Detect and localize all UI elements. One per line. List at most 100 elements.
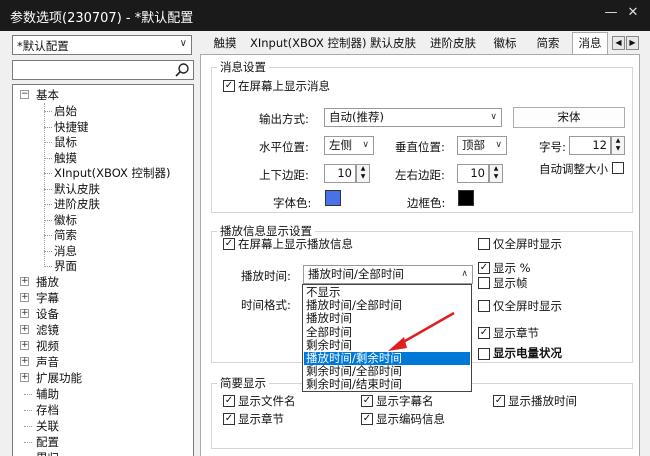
search-icon[interactable] <box>174 62 190 78</box>
tree-node-root-11[interactable]: 累归 <box>36 450 59 456</box>
tree-node-9[interactable]: 消息 <box>54 243 77 259</box>
tree-node-1[interactable]: 快捷键 <box>54 119 89 135</box>
tree-node-10[interactable]: 界面 <box>54 258 77 274</box>
tree-node-root-4[interactable]: 视频 <box>36 338 59 354</box>
tb-margin-label: 上下边距: <box>259 168 309 182</box>
lr-margin-input[interactable]: 10 <box>457 164 489 183</box>
tree-connector <box>44 111 52 112</box>
expand-icon[interactable]: + <box>20 277 29 286</box>
vpos-label: 垂直位置: <box>395 140 445 154</box>
tree-node-5[interactable]: 默认皮肤 <box>54 181 100 197</box>
tab-scroll-left-icon[interactable]: ◀ <box>612 36 625 50</box>
tree-node-7[interactable]: 徽标 <box>54 212 77 228</box>
tree-connector <box>44 219 52 221</box>
hpos-select[interactable]: 左侧 ∨ <box>324 136 374 155</box>
tree-connector <box>44 173 52 174</box>
tree-node-root-9[interactable]: 关联 <box>36 418 59 434</box>
tree-node-3[interactable]: 触摸 <box>54 150 77 166</box>
brief-codec-checkbox[interactable]: ✓ <box>361 413 373 425</box>
tb-margin-input[interactable]: 10 <box>324 164 356 183</box>
show-percent-checkbox[interactable]: ✓ <box>478 262 490 274</box>
collapse-icon[interactable]: − <box>20 90 29 99</box>
tree-node-root-1[interactable]: 字幕 <box>36 290 59 306</box>
expand-icon[interactable]: + <box>20 325 29 334</box>
border-color-swatch[interactable] <box>458 190 474 206</box>
font-button[interactable]: 宋体 <box>513 107 625 128</box>
tree-node-0[interactable]: 启始 <box>54 103 77 119</box>
tab-6[interactable]: 消息 <box>572 32 608 54</box>
play-time-label: 播放时间: <box>241 269 291 283</box>
tree-node-root-7[interactable]: 辅助 <box>36 386 59 402</box>
tab-0[interactable]: 触摸 <box>208 33 242 53</box>
tab-1[interactable]: XInput(XBOX 控制器) <box>250 33 367 53</box>
show-play-info-checkbox[interactable]: ✓ <box>223 238 235 250</box>
dropdown-option[interactable]: 剩余时间/全部时间 <box>304 365 470 378</box>
brief-filename-checkbox[interactable]: ✓ <box>223 395 235 407</box>
tab-3[interactable]: 进阶皮肤 <box>426 33 480 53</box>
tree-node-root-6[interactable]: 扩展功能 <box>36 370 82 386</box>
window-title: 参数选项(230707) - *默认配置 <box>10 11 194 26</box>
close-icon[interactable]: ✕ <box>626 6 640 20</box>
tree-node-2[interactable]: 鼠标 <box>54 134 77 150</box>
fullscreen-only-label: 仅全屏时显示 <box>493 237 562 251</box>
tree-node-8[interactable]: 简索 <box>54 227 77 243</box>
tree-connector <box>44 266 52 267</box>
tree-connector <box>44 103 45 267</box>
show-chapter-label: 显示章节 <box>493 326 539 340</box>
tree-node-root-10[interactable]: 配置 <box>36 434 59 450</box>
fullscreen-only2-checkbox[interactable] <box>478 300 490 312</box>
expand-icon[interactable]: + <box>20 293 29 302</box>
search-input[interactable] <box>12 60 194 80</box>
play-time-select[interactable]: 播放时间/全部时间 ∧ <box>303 265 473 284</box>
dropdown-option[interactable]: 剩余时间/结束时间 <box>304 378 470 391</box>
fullscreen-only-checkbox[interactable] <box>478 238 490 250</box>
tree-node-root-5[interactable]: 声音 <box>36 354 59 370</box>
brief-item-label: 显示播放时间 <box>508 394 577 408</box>
auto-size-checkbox[interactable] <box>612 162 624 174</box>
chevron-down-icon: ∨ <box>362 140 369 150</box>
output-label: 输出方式: <box>259 112 309 126</box>
show-chapter-checkbox[interactable]: ✓ <box>478 327 490 339</box>
tree-node-6[interactable]: 进阶皮肤 <box>54 196 100 212</box>
tree-node-basic[interactable]: 基本 <box>36 87 59 103</box>
lr-margin-spinner[interactable]: ▲ ▼ <box>489 164 503 183</box>
brief-subtitle-checkbox[interactable]: ✓ <box>361 395 373 407</box>
lr-margin-label: 左右边距: <box>395 168 445 182</box>
vpos-value: 顶部 <box>462 138 485 152</box>
tab-5[interactable]: 简索 <box>530 33 566 53</box>
tree-node-4[interactable]: XInput(XBOX 控制器) <box>54 165 171 181</box>
tb-margin-spinner[interactable]: ▲ ▼ <box>356 164 370 183</box>
preset-value: *默认配置 <box>17 39 69 53</box>
brief-playtime-checkbox[interactable]: ✓ <box>493 395 505 407</box>
output-select[interactable]: 自动(推荐) ∨ <box>324 108 502 127</box>
size-input[interactable]: 12 <box>569 136 611 155</box>
show-frame-label: 显示帧 <box>493 276 528 290</box>
size-spinner[interactable]: ▲ ▼ <box>611 136 625 155</box>
dropdown-option[interactable]: 不显示 <box>304 286 470 299</box>
font-color-swatch[interactable] <box>325 190 341 206</box>
expand-icon[interactable]: + <box>20 309 29 318</box>
chevron-down-icon: ∨ <box>495 140 502 150</box>
show-frame-checkbox[interactable] <box>478 277 490 289</box>
show-battery-checkbox[interactable] <box>478 348 490 360</box>
expand-icon[interactable]: + <box>20 357 29 366</box>
tab-scroll-right-icon[interactable]: ▶ <box>626 36 639 50</box>
tree-connector <box>24 393 32 395</box>
tree-node-root-0[interactable]: 播放 <box>36 274 59 290</box>
show-message-checkbox[interactable]: ✓ <box>223 80 235 92</box>
show-play-info-label: 在屏幕上显示播放信息 <box>238 237 353 251</box>
brief-chapter-checkbox[interactable]: ✓ <box>223 413 235 425</box>
tree-node-root-2[interactable]: 设备 <box>36 306 59 322</box>
tab-4[interactable]: 徽标 <box>486 33 524 53</box>
expand-icon[interactable]: + <box>20 373 29 382</box>
minimize-icon[interactable]: — <box>604 6 618 20</box>
tab-2[interactable]: 默认皮肤 <box>366 33 420 53</box>
preset-select[interactable]: *默认配置 ∨ <box>12 35 192 55</box>
show-battery-label: 显示电量状况 <box>493 346 562 360</box>
vpos-select[interactable]: 顶部 ∨ <box>457 136 507 155</box>
settings-tree[interactable]: − 基本 启始 快捷键 鼠标 触摸 XInput(XBOX 控制器) 默认皮肤 进阶皮肤 徽标 简索… <box>12 84 194 456</box>
tree-node-root-8[interactable]: 存档 <box>36 402 59 418</box>
expand-icon[interactable]: + <box>20 341 29 350</box>
tree-node-root-3[interactable]: 滤镜 <box>36 322 59 338</box>
tree-connector <box>44 250 52 252</box>
